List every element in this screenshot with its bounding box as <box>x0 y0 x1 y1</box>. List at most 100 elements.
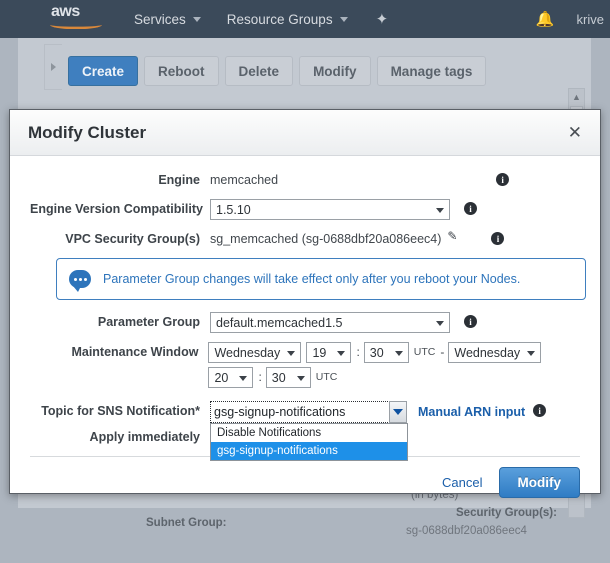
banner-text: Parameter Group changes will take effect… <box>103 272 520 286</box>
utc-label-end: UTC <box>316 367 338 388</box>
modify-button[interactable]: Modify <box>299 56 371 86</box>
maintenance-end-minute-select[interactable]: 30 <box>266 367 311 388</box>
aws-top-nav: aws Services Resource Groups ✦ 🔔 krive <box>0 0 610 38</box>
cluster-toolbar: Create Reboot Delete Modify Manage tags <box>44 56 492 86</box>
dialog-body: Engine memcached i Engine Version Compat… <box>10 156 600 447</box>
pin-icon[interactable]: ✦ <box>376 10 389 28</box>
maintenance-start-hour-select[interactable]: 19 <box>306 342 351 363</box>
aws-logo-smile-icon <box>50 20 102 29</box>
sns-topic-control: gsg-signup-notifications Disable Notific… <box>210 401 546 423</box>
maintenance-end-day-select[interactable]: Wednesday <box>448 342 541 363</box>
manage-tags-button[interactable]: Manage tags <box>377 56 487 86</box>
maintenance-window-control: Wednesday 19 : 30 UTC - Wednesday <box>208 342 580 392</box>
chevron-right-icon <box>51 63 56 71</box>
field-row-maintenance-window: Maintenance Window Wednesday 19 : 30 UTC… <box>30 342 580 392</box>
nav-item-services[interactable]: Services <box>134 12 201 27</box>
engine-label: Engine <box>30 170 210 190</box>
vpc-security-groups-value: sg_memcached (sg-0688dbf20a086eec4) <box>210 229 441 249</box>
maintenance-start-minute-value: 30 <box>370 346 384 360</box>
chevron-down-icon <box>239 376 247 381</box>
security-groups-label: Security Group(s): <box>456 507 557 519</box>
field-row-parameter-group: Parameter Group default.memcached1.5 i <box>30 312 580 333</box>
nav-item-resource-groups[interactable]: Resource Groups <box>227 12 348 27</box>
info-icon[interactable]: i <box>491 232 504 245</box>
nav-item-services-label: Services <box>134 12 186 27</box>
time-colon-separator: : <box>356 342 359 363</box>
maintenance-end-hour-value: 20 <box>214 371 228 385</box>
engine-version-select[interactable]: 1.5.10 <box>210 199 450 220</box>
nav-right-group: 🔔 krive <box>536 10 610 28</box>
utc-label-start: UTC <box>414 342 436 363</box>
security-groups-value: sg-0688dbf20a086eec4 <box>406 525 527 537</box>
chevron-down-icon <box>436 208 444 213</box>
apply-immediately-label: Apply immediately <box>30 427 210 447</box>
nav-item-resource-groups-label: Resource Groups <box>227 12 333 27</box>
sns-topic-value: gsg-signup-notifications <box>214 405 345 419</box>
chevron-down-icon <box>527 351 535 356</box>
maintenance-end-hour-select[interactable]: 20 <box>208 367 253 388</box>
create-button[interactable]: Create <box>68 56 138 86</box>
vpc-security-groups-control: sg_memcached (sg-0688dbf20a086eec4) ✎ i <box>210 229 504 249</box>
maintenance-window-label: Maintenance Window <box>30 342 208 362</box>
info-icon[interactable]: i <box>464 202 477 215</box>
maintenance-start-minute-select[interactable]: 30 <box>364 342 409 363</box>
dialog-header: Modify Cluster ✕ <box>10 110 600 156</box>
cancel-button[interactable]: Cancel <box>442 475 482 490</box>
field-row-engine-version: Engine Version Compatibility 1.5.10 i <box>30 199 580 220</box>
engine-version-value: 1.5.10 <box>216 203 251 217</box>
chevron-down-icon <box>297 376 305 381</box>
parameter-group-value: default.memcached1.5 <box>216 316 342 330</box>
chevron-down-icon <box>193 17 201 22</box>
vpc-security-groups-label: VPC Security Group(s) <box>30 229 210 249</box>
scroll-up-icon[interactable]: ▲ <box>569 89 584 104</box>
engine-value: memcached <box>210 170 278 190</box>
aws-logo-icon[interactable]: aws <box>48 4 108 34</box>
field-row-sns-topic: Topic for SNS Notification* gsg-signup-n… <box>30 401 580 423</box>
info-icon[interactable]: i <box>533 404 546 417</box>
sns-option-gsg-signup-notifications[interactable]: gsg-signup-notifications <box>211 442 407 460</box>
account-menu[interactable]: krive <box>577 12 604 27</box>
sns-topic-combo-wrap: gsg-signup-notifications Disable Notific… <box>210 401 390 423</box>
chevron-down-icon <box>393 409 403 415</box>
parameter-group-notice-banner: Parameter Group changes will take effect… <box>56 258 586 300</box>
sns-topic-label: Topic for SNS Notification* <box>30 401 210 421</box>
subnet-group-label: Subnet Group: <box>146 517 227 529</box>
maintenance-end-minute-value: 30 <box>272 371 286 385</box>
maintenance-start-day-value: Wednesday <box>214 346 280 360</box>
maintenance-start-hour-value: 19 <box>312 346 326 360</box>
modify-submit-button[interactable]: Modify <box>499 467 581 498</box>
info-icon[interactable]: i <box>496 173 509 186</box>
parameter-group-control: default.memcached1.5 i <box>210 312 477 333</box>
speech-bubble-icon <box>69 270 91 288</box>
sns-option-disable-notifications[interactable]: Disable Notifications <box>211 424 407 442</box>
close-icon[interactable]: ✕ <box>568 124 582 141</box>
chevron-down-icon <box>337 351 345 356</box>
engine-control: memcached i <box>210 170 509 190</box>
dialog-title: Modify Cluster <box>28 123 146 143</box>
field-row-vpc-security-groups: VPC Security Group(s) sg_memcached (sg-0… <box>30 229 580 249</box>
engine-version-control: 1.5.10 i <box>210 199 477 220</box>
delete-button[interactable]: Delete <box>225 56 294 86</box>
parameter-group-label: Parameter Group <box>30 312 210 332</box>
sns-topic-options-list[interactable]: Disable Notifications gsg-signup-notific… <box>210 423 408 461</box>
reboot-button[interactable]: Reboot <box>144 56 219 86</box>
cluster-detail-strip: (in bytes) Subnet Group: Security Group(… <box>56 493 591 553</box>
chevron-down-icon <box>287 351 295 356</box>
bell-icon[interactable]: 🔔 <box>536 10 555 28</box>
aws-logo-text: aws <box>51 4 80 20</box>
chevron-down-icon <box>436 321 444 326</box>
edit-pencil-icon[interactable]: ✎ <box>447 229 457 243</box>
info-icon[interactable]: i <box>464 315 477 328</box>
sns-topic-dropdown-button[interactable] <box>389 401 407 423</box>
maintenance-end-day-value: Wednesday <box>454 346 520 360</box>
modify-cluster-dialog: Modify Cluster ✕ Engine memcached i Engi… <box>9 109 601 494</box>
dialog-footer: Cancel Modify <box>10 457 600 498</box>
chevron-down-icon <box>340 17 348 22</box>
manual-arn-input-link[interactable]: Manual ARN input <box>418 401 525 423</box>
sidebar-collapse-toggle[interactable] <box>44 44 62 90</box>
time-colon-separator-2: : <box>258 367 261 388</box>
sns-topic-input[interactable]: gsg-signup-notifications <box>210 401 390 423</box>
maintenance-start-day-select[interactable]: Wednesday <box>208 342 301 363</box>
field-row-engine: Engine memcached i <box>30 170 580 190</box>
parameter-group-select[interactable]: default.memcached1.5 <box>210 312 450 333</box>
